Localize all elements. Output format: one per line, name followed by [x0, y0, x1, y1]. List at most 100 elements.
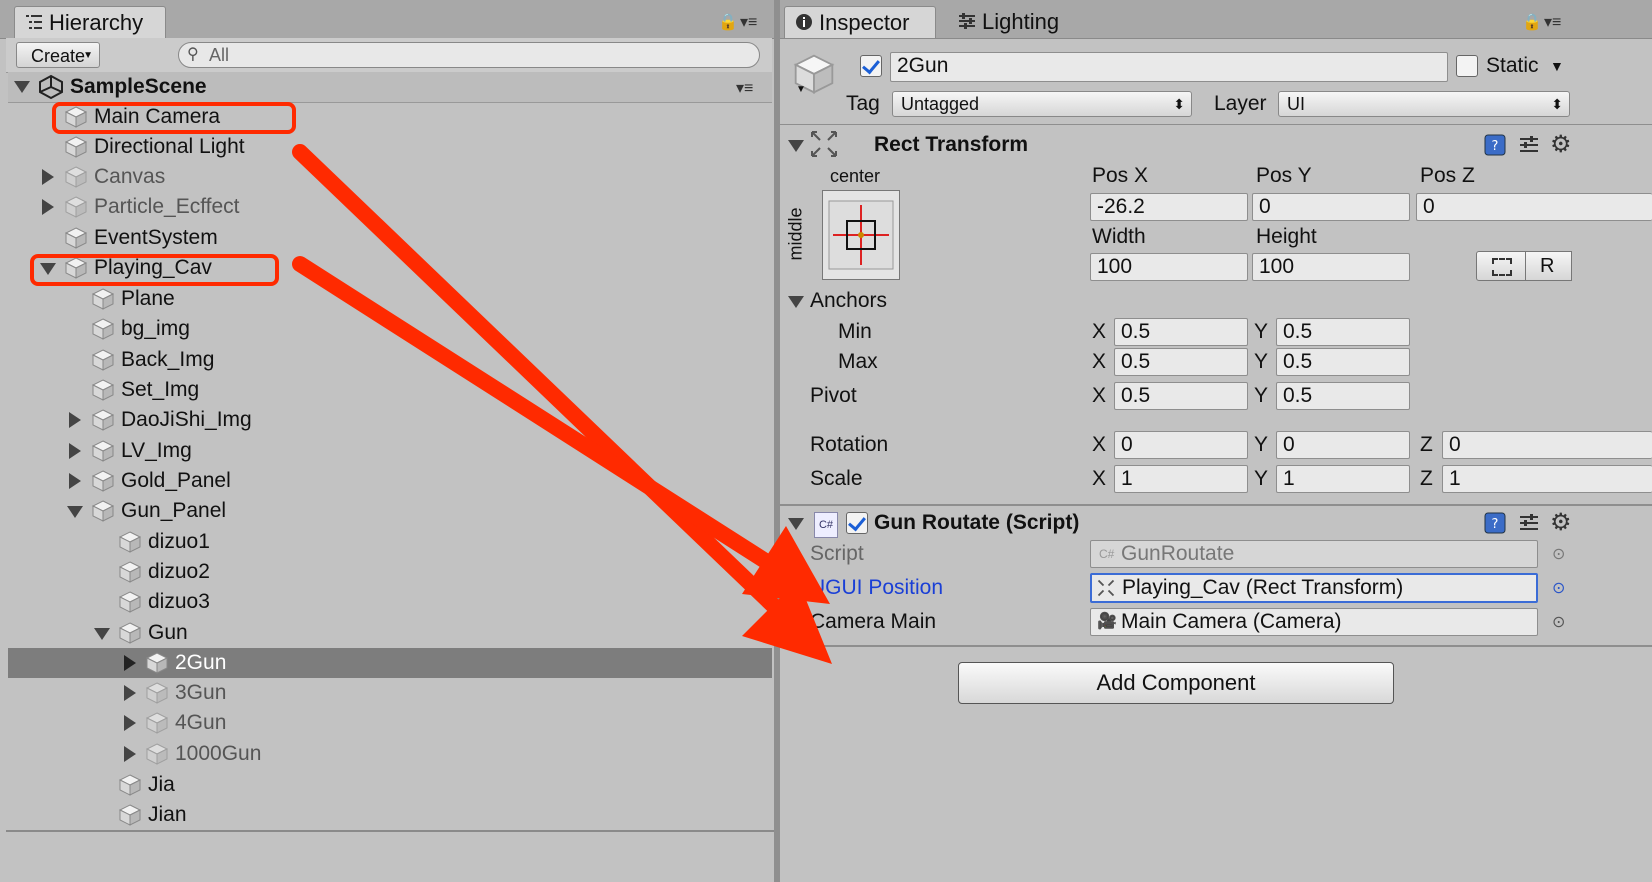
list-icon: [26, 15, 42, 29]
object-picker-icon[interactable]: ⊙: [1552, 544, 1565, 564]
cube-icon: [145, 712, 169, 735]
inspector-menu-icon[interactable]: ▾≡: [1544, 12, 1561, 32]
tag-select[interactable]: Untagged ⬍: [892, 91, 1192, 117]
list-item-set-img[interactable]: Set_Img: [91, 375, 199, 405]
layer-select[interactable]: UI ⬍: [1278, 91, 1570, 117]
pivot-y-input[interactable]: 0.5: [1276, 382, 1410, 410]
anchor-max-x-input[interactable]: 0.5: [1114, 348, 1248, 376]
layer-label: Layer: [1214, 92, 1267, 115]
expand-arrow[interactable]: [124, 655, 136, 671]
gear-icon[interactable]: ⚙: [1550, 508, 1572, 537]
preset-icon[interactable]: [1518, 512, 1540, 534]
anchor-min-y-input[interactable]: 0.5: [1276, 318, 1410, 346]
add-component-button[interactable]: Add Component: [958, 662, 1394, 704]
list-item-plane[interactable]: Plane: [91, 284, 175, 314]
scene-expand-arrow[interactable]: [14, 81, 30, 93]
list-item-particle-effect[interactable]: Particle_Ecffect: [64, 192, 240, 222]
anchor-preset-button[interactable]: [822, 190, 900, 280]
script-enabled-checkbox[interactable]: [846, 512, 868, 534]
preset-icon[interactable]: [1518, 134, 1540, 156]
raw-edit-button[interactable]: R: [1526, 251, 1572, 281]
list-item-gold-panel[interactable]: Gold_Panel: [91, 466, 231, 496]
object-picker-icon[interactable]: ⊙: [1552, 612, 1565, 632]
list-item-lv-img[interactable]: LV_Img: [91, 436, 192, 466]
tab-lighting[interactable]: Lighting: [948, 6, 1088, 38]
list-item-jian[interactable]: Jian: [118, 800, 187, 830]
list-item-gun[interactable]: Gun: [118, 618, 188, 648]
blueprint-mode-button[interactable]: [1476, 251, 1526, 281]
anchor-min-x-input[interactable]: 0.5: [1114, 318, 1248, 346]
scale-x-input[interactable]: 1: [1114, 465, 1248, 493]
list-item-gun-panel[interactable]: Gun_Panel: [91, 496, 226, 526]
list-item-3gun[interactable]: 3Gun: [145, 678, 226, 708]
ugui-position-field[interactable]: Playing_Cav (Rect Transform): [1090, 573, 1538, 603]
expand-arrow[interactable]: [124, 685, 136, 701]
list-item-label: Gun_Panel: [121, 499, 227, 522]
pos-y-input[interactable]: 0: [1252, 193, 1410, 221]
list-item-dizuo1[interactable]: dizuo1: [118, 527, 210, 557]
anchors-foldout[interactable]: [788, 296, 804, 308]
expand-arrow[interactable]: [124, 715, 136, 731]
expand-arrow[interactable]: [42, 199, 54, 215]
lock-icon[interactable]: 🔒: [718, 12, 738, 32]
anchor-max-y-input[interactable]: 0.5: [1276, 348, 1410, 376]
rotation-y-input[interactable]: 0: [1276, 431, 1410, 459]
expand-arrow[interactable]: [69, 412, 81, 428]
width-input[interactable]: 100: [1090, 253, 1248, 281]
scene-menu-icon[interactable]: ▾≡: [736, 78, 753, 98]
static-label: Static: [1486, 54, 1539, 77]
rotation-x-input[interactable]: 0: [1114, 431, 1248, 459]
ugui-position-value: Playing_Cav (Rect Transform): [1122, 576, 1404, 599]
help-icon[interactable]: ?: [1484, 134, 1506, 156]
height-input[interactable]: 100: [1252, 253, 1410, 281]
list-item-dizuo2[interactable]: dizuo2: [118, 557, 210, 587]
list-item-dizuo3[interactable]: dizuo3: [118, 587, 210, 617]
create-button[interactable]: Create ▼: [16, 42, 100, 68]
inspector-lock-icon[interactable]: 🔒: [1522, 12, 1542, 32]
static-dropdown-arrow[interactable]: ▼: [1550, 58, 1564, 74]
object-picker-icon[interactable]: ⊙: [1552, 578, 1565, 598]
gameobject-icon-dropdown-arrow[interactable]: ▼: [796, 84, 806, 95]
rect-transform-foldout[interactable]: [788, 140, 804, 152]
list-item-4gun[interactable]: 4Gun: [145, 708, 226, 738]
static-checkbox[interactable]: [1456, 55, 1478, 77]
list-item-directional-light[interactable]: Directional Light: [64, 132, 245, 162]
script-foldout[interactable]: [788, 518, 804, 530]
pivot-x-input[interactable]: 0.5: [1114, 382, 1248, 410]
search-input[interactable]: ⚲ All: [178, 42, 760, 68]
tab-inspector[interactable]: Inspector: [784, 6, 936, 38]
camera-icon: 🎥: [1097, 613, 1117, 630]
rotation-z-input[interactable]: 0: [1442, 431, 1652, 459]
pos-x-input[interactable]: -26.2: [1090, 193, 1248, 221]
object-name-input[interactable]: 2Gun: [890, 52, 1448, 82]
scale-z-input[interactable]: 1: [1442, 465, 1652, 493]
list-item-label: Particle_Ecffect: [94, 195, 240, 218]
panel-menu-icon[interactable]: ▾≡: [740, 12, 757, 32]
list-item-jia[interactable]: Jia: [118, 770, 175, 800]
list-item-label: EventSystem: [94, 226, 218, 249]
pos-z-input[interactable]: 0: [1416, 193, 1652, 221]
scale-y-input[interactable]: 1: [1276, 465, 1410, 493]
info-icon: [796, 14, 812, 30]
tab-hierarchy[interactable]: Hierarchy: [14, 6, 166, 38]
list-item-back-img[interactable]: Back_Img: [91, 345, 214, 375]
expand-arrow[interactable]: [42, 169, 54, 185]
list-item-label: Set_Img: [121, 378, 200, 401]
list-item-canvas[interactable]: Canvas: [64, 162, 165, 192]
list-item-2gun[interactable]: 2Gun: [145, 648, 226, 678]
tag-label: Tag: [846, 92, 880, 115]
scale-x-label: X: [1092, 467, 1107, 490]
expand-arrow[interactable]: [69, 443, 81, 459]
list-item-daojishi-img[interactable]: DaoJiShi_Img: [91, 405, 252, 435]
camera-main-field[interactable]: 🎥 Main Camera (Camera): [1090, 608, 1538, 636]
expand-arrow[interactable]: [67, 506, 83, 518]
list-item-bg-img[interactable]: bg_img: [91, 314, 190, 344]
active-checkbox[interactable]: [860, 55, 882, 77]
help-icon[interactable]: ?: [1484, 512, 1506, 534]
list-item-event-system[interactable]: EventSystem: [64, 223, 218, 253]
expand-arrow[interactable]: [94, 628, 110, 640]
list-item-1000gun[interactable]: 1000Gun: [145, 739, 261, 769]
expand-arrow[interactable]: [124, 746, 136, 762]
expand-arrow[interactable]: [69, 473, 81, 489]
gear-icon[interactable]: ⚙: [1550, 130, 1572, 159]
